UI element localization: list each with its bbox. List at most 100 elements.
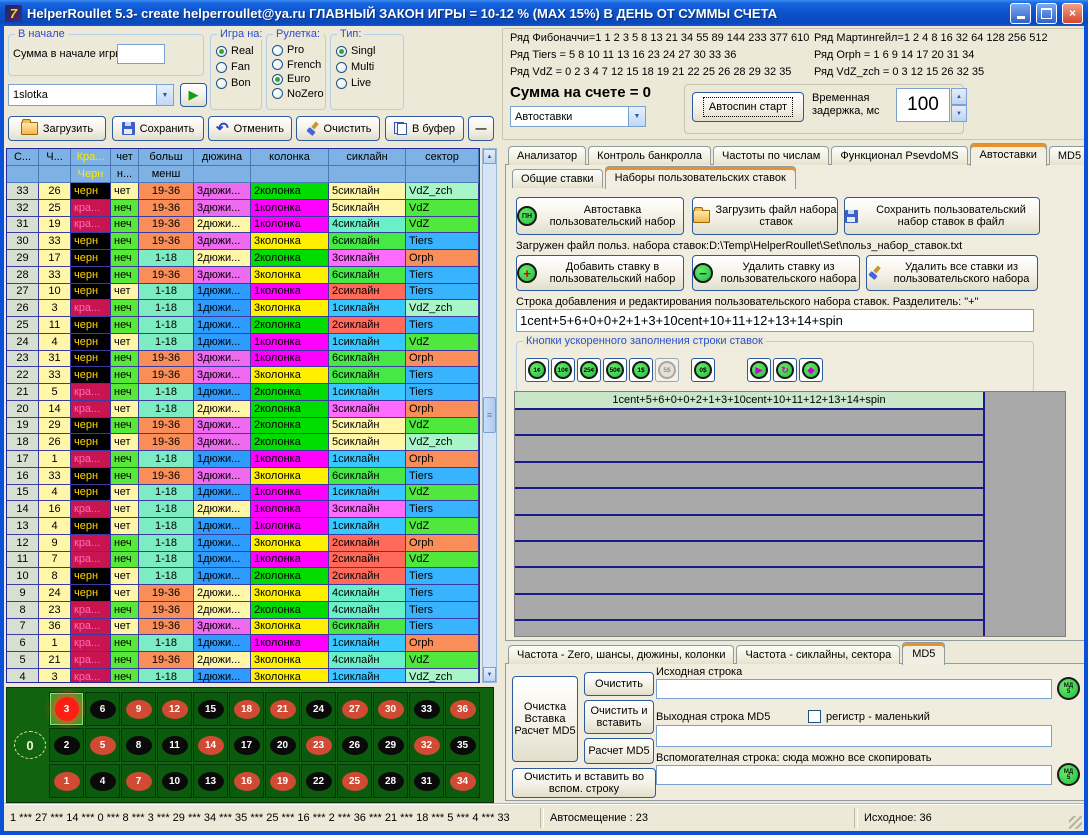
table-row[interactable]: 736кра...чет19-363дюжи...3колонка6сиклай… bbox=[7, 619, 479, 636]
board-cell-12[interactable]: 12 bbox=[157, 692, 192, 726]
tab-number-frequencies[interactable]: Частоты по числам bbox=[713, 146, 829, 165]
md5-case-checkbox[interactable] bbox=[808, 710, 821, 723]
tab-freq-zero-chances[interactable]: Частота - Zero, шансы, дюжины, колонки bbox=[508, 645, 734, 664]
quick-1cent-button[interactable]: 1¢ bbox=[525, 358, 549, 382]
tab-bankroll-control[interactable]: Контроль банкролла bbox=[588, 146, 711, 165]
bet-list-row[interactable] bbox=[515, 410, 983, 436]
md5-calc-button[interactable]: Расчет MD5 bbox=[584, 738, 654, 764]
table-row[interactable]: 154чернчет1-181дюжи...1колонка1сиклайнVd… bbox=[7, 485, 479, 502]
table-row[interactable]: 61кра...неч1-181дюжи...1колонка1сиклайнO… bbox=[7, 635, 479, 652]
radio-option-Pro[interactable]: Pro bbox=[272, 43, 323, 58]
board-cell-24[interactable]: 24 bbox=[301, 692, 336, 726]
table-row[interactable]: 129кра...неч1-181дюжи...3колонка2сиклайн… bbox=[7, 535, 479, 552]
table-row[interactable]: 2331черннеч19-363дюжи...1колонка6сиклайн… bbox=[7, 351, 479, 368]
start-play-button[interactable]: ▶ bbox=[180, 83, 207, 107]
load-button[interactable]: Загрузить bbox=[8, 116, 106, 141]
radio-option-NoZero[interactable]: NoZero bbox=[272, 87, 323, 102]
board-cell-22[interactable]: 22 bbox=[301, 764, 336, 798]
board-cell-19[interactable]: 19 bbox=[265, 764, 300, 798]
md5-calc-aux-icon[interactable]: МД5 bbox=[1057, 763, 1080, 786]
quick-refresh-button[interactable]: ↻ bbox=[773, 358, 797, 382]
board-cell-4[interactable]: 4 bbox=[85, 764, 120, 798]
board-cell-18[interactable]: 18 bbox=[229, 692, 264, 726]
slot-combo[interactable]: 1slotka ▼ bbox=[8, 84, 174, 106]
copy-buffer-button[interactable]: В буфер bbox=[385, 116, 464, 141]
table-row[interactable]: 2917черннеч1-182дюжи...2колонка3сиклайнO… bbox=[7, 250, 479, 267]
load-bet-file-button[interactable]: Загрузить файл набора ставок bbox=[692, 197, 838, 235]
chevron-down-icon[interactable]: ▼ bbox=[628, 107, 645, 126]
tab-common-bets[interactable]: Общие ставки bbox=[512, 169, 603, 188]
table-row[interactable]: 1633черннеч19-363дюжи...3колонка6сиклайн… bbox=[7, 468, 479, 485]
bet-list-row[interactable] bbox=[515, 463, 983, 489]
board-cell-36[interactable]: 36 bbox=[445, 692, 480, 726]
radio-option-Euro[interactable]: Euro bbox=[272, 72, 323, 87]
radio-option-Real[interactable]: Real bbox=[216, 43, 259, 59]
table-row[interactable]: 924чернчет19-362дюжи...3колонка4сиклайнT… bbox=[7, 585, 479, 602]
close-button[interactable]: × bbox=[1062, 3, 1083, 24]
bet-list-row[interactable] bbox=[515, 489, 983, 515]
autospin-start-button[interactable]: Автоспин старт bbox=[692, 92, 804, 122]
table-row[interactable]: 117кра...неч1-181дюжи...1колонка2сиклайн… bbox=[7, 552, 479, 569]
bet-list-row[interactable] bbox=[515, 516, 983, 542]
save-button[interactable]: Сохранить bbox=[112, 116, 204, 141]
edit-string-input[interactable] bbox=[516, 309, 1034, 332]
quick-0dollar-button[interactable]: 0$ bbox=[691, 358, 715, 382]
board-cell-29[interactable]: 29 bbox=[373, 728, 408, 762]
md5-clear-button[interactable]: Очистить bbox=[584, 672, 654, 696]
table-row[interactable]: 263кра...неч1-181дюжи...3колонка1сиклайн… bbox=[7, 300, 479, 317]
table-row[interactable]: 2014кра...чет1-182дюжи...2колонка3сиклай… bbox=[7, 401, 479, 418]
md5-source-input[interactable] bbox=[656, 679, 1052, 699]
board-cell-2[interactable]: 2 bbox=[49, 728, 84, 762]
board-cell-32[interactable]: 32 bbox=[409, 728, 444, 762]
table-row[interactable]: 1929черннеч19-363дюжи...2колонка5сиклайн… bbox=[7, 418, 479, 435]
quick-1dollar-button[interactable]: 1$ bbox=[629, 358, 653, 382]
board-cell-25[interactable]: 25 bbox=[337, 764, 372, 798]
board-cell-15[interactable]: 15 bbox=[193, 692, 228, 726]
delay-up-icon[interactable]: ▲ bbox=[951, 88, 967, 105]
delay-down-icon[interactable]: ▼ bbox=[951, 105, 967, 122]
table-row[interactable]: 3225кра...неч19-363дюжи...1колонка5сикла… bbox=[7, 200, 479, 217]
table-row[interactable]: 134чернчет1-181дюжи...1колонка1сиклайнVd… bbox=[7, 518, 479, 535]
board-cell-0[interactable]: 0 bbox=[13, 728, 47, 762]
board-cell-23[interactable]: 23 bbox=[301, 728, 336, 762]
board-cell-10[interactable]: 10 bbox=[157, 764, 192, 798]
tab-freq-sixlines-sectors[interactable]: Частота - сиклайны, сектора bbox=[736, 645, 900, 664]
board-cell-11[interactable]: 11 bbox=[157, 728, 192, 762]
board-cell-9[interactable]: 9 bbox=[121, 692, 156, 726]
quick-10cent-button[interactable]: 10¢ bbox=[551, 358, 575, 382]
tab-autobets[interactable]: Автоставки bbox=[970, 143, 1047, 166]
board-cell-20[interactable]: 20 bbox=[265, 728, 300, 762]
board-cell-26[interactable]: 26 bbox=[337, 728, 372, 762]
table-row[interactable]: 521кра...неч19-362дюжи...3колонка4сиклай… bbox=[7, 652, 479, 669]
table-row[interactable]: 2710чернчет1-181дюжи...1колонка2сиклайнT… bbox=[7, 284, 479, 301]
board-cell-21[interactable]: 21 bbox=[265, 692, 300, 726]
md5-clear-insert-calc-button[interactable]: Очистка Вставка Расчет MD5 bbox=[512, 676, 578, 762]
table-row[interactable]: 215кра...неч1-181дюжи...2колонка1сиклайн… bbox=[7, 384, 479, 401]
board-cell-14[interactable]: 14 bbox=[193, 728, 228, 762]
quick-wheel-button[interactable]: ◆ bbox=[799, 358, 823, 382]
maximize-button[interactable] bbox=[1036, 3, 1057, 24]
mode-combo[interactable]: Автоставки ▼ bbox=[510, 106, 646, 127]
board-cell-13[interactable]: 13 bbox=[193, 764, 228, 798]
bet-list-row[interactable] bbox=[515, 568, 983, 594]
bet-list-row[interactable] bbox=[515, 542, 983, 568]
radio-option-Fan[interactable]: Fan bbox=[216, 59, 259, 75]
board-cell-33[interactable]: 33 bbox=[409, 692, 444, 726]
scroll-down-icon[interactable]: ▼ bbox=[483, 667, 496, 682]
quick-50cent-button[interactable]: 50¢ bbox=[603, 358, 627, 382]
board-cell-5[interactable]: 5 bbox=[85, 728, 120, 762]
add-bet-button[interactable]: + Добавить ставку в пользовательский наб… bbox=[516, 255, 684, 291]
tab-md5[interactable]: MD5 bbox=[1049, 146, 1084, 165]
autobet-custom-set-button[interactable]: ПН Автоставка пользовательский набор bbox=[516, 197, 684, 235]
table-row[interactable]: 2233черннеч19-363дюжи...3колонка6сиклайн… bbox=[7, 367, 479, 384]
tab-psevdoms-functional[interactable]: Функционал PsevdoMS bbox=[831, 146, 967, 165]
board-cell-6[interactable]: 6 bbox=[85, 692, 120, 726]
board-cell-30[interactable]: 30 bbox=[373, 692, 408, 726]
quick-play-button[interactable]: ▶ bbox=[747, 358, 771, 382]
board-cell-34[interactable]: 34 bbox=[445, 764, 480, 798]
table-row[interactable]: 1416кра...чет1-182дюжи...1колонка3сиклай… bbox=[7, 501, 479, 518]
board-cell-17[interactable]: 17 bbox=[229, 728, 264, 762]
md5-output-input[interactable] bbox=[656, 725, 1052, 747]
table-row[interactable]: 3119кра...неч19-362дюжи...1колонка4сикла… bbox=[7, 217, 479, 234]
remove-bet-button[interactable]: − Удалить ставку из пользовательского на… bbox=[692, 255, 860, 291]
